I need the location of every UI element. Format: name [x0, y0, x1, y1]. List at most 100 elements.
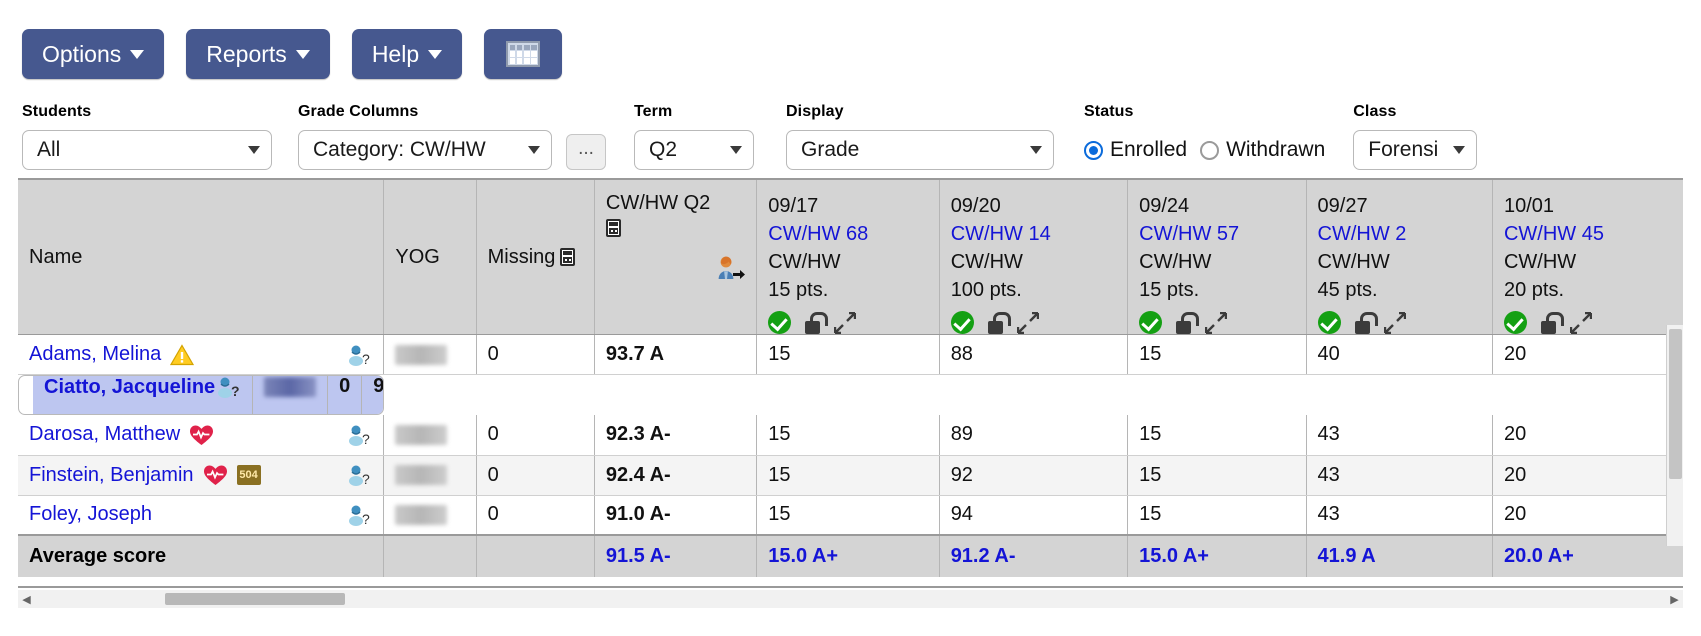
student-name-link[interactable]: Adams, Melina [29, 343, 161, 366]
unlock-icon[interactable] [1353, 311, 1378, 334]
column-header-missing[interactable]: Missing [476, 180, 595, 335]
expand-icon[interactable] [1205, 311, 1228, 334]
score-cell[interactable]: 92 [939, 455, 1129, 496]
student-name-cell[interactable]: Ciatto, Jacqueline ? [33, 375, 254, 414]
calculator-icon[interactable] [605, 219, 621, 237]
unlock-icon[interactable] [986, 311, 1011, 334]
column-header-assignment-3[interactable]: 09/27 CW/HW 2 CW/HW 45 pts. [1306, 180, 1493, 335]
green-check-icon[interactable] [1139, 311, 1163, 334]
table-row[interactable]: Adams, Melina ? 0 93.7 A 15 88 15 40 20 [18, 334, 1683, 375]
student-missing-cell[interactable]: 0 [476, 334, 595, 375]
expand-icon[interactable] [834, 311, 857, 334]
score-cell[interactable]: 43 [1306, 495, 1493, 536]
vertical-scrollbar-thumb[interactable] [1669, 329, 1682, 479]
expand-icon[interactable] [1569, 311, 1592, 334]
grade-columns-more-button[interactable]: ... [566, 134, 606, 170]
table-row[interactable]: Finstein, Benjamin 504 ? 0 92.4 A- 15 92… [18, 455, 1683, 496]
score-cell[interactable]: 43 [1306, 415, 1493, 456]
assignment-name[interactable]: CW/HW 68 [768, 220, 927, 248]
assignment-name[interactable]: CW/HW 14 [951, 220, 1116, 248]
score-cell[interactable]: 20 [1492, 455, 1683, 496]
term-select[interactable]: Q2 [634, 130, 754, 170]
contact-question-icon[interactable]: ? [346, 423, 372, 447]
scroll-left-arrow[interactable]: ◀ [18, 591, 35, 608]
contact-question-icon[interactable]: ? [346, 463, 372, 487]
student-missing-cell[interactable]: 0 [476, 415, 595, 456]
expand-icon[interactable] [1383, 311, 1406, 334]
student-name-link[interactable]: Darosa, Matthew [29, 423, 180, 446]
student-term-grade-cell[interactable]: 93.8 A [362, 376, 383, 414]
vertical-scrollbar[interactable] [1666, 325, 1683, 546]
green-check-icon[interactable] [768, 311, 792, 334]
column-header-term-total[interactable]: CW/HW Q2 [594, 180, 758, 335]
student-term-grade-cell[interactable]: 93.7 A [594, 334, 758, 375]
score-cell[interactable]: 20 [1492, 495, 1683, 536]
table-row[interactable]: Ciatto, Jacqueline ? 0 93.8 A 15 [18, 375, 384, 415]
green-check-icon[interactable] [950, 311, 974, 334]
assignment-name[interactable]: CW/HW 45 [1504, 220, 1672, 248]
assignment-name[interactable]: CW/HW 57 [1139, 220, 1294, 248]
unlock-icon[interactable] [1539, 311, 1564, 334]
score-cell[interactable]: 15 [1127, 495, 1307, 536]
unlock-icon[interactable] [1174, 311, 1200, 334]
student-name-link[interactable]: Ciatto, Jacqueline [44, 376, 215, 399]
column-header-yog[interactable]: YOG [383, 180, 477, 335]
scroll-right-arrow[interactable]: ▶ [1666, 591, 1683, 608]
reports-button[interactable]: Reports [186, 29, 330, 79]
table-row[interactable]: Foley, Joseph ? 0 91.0 A- 15 94 15 43 20 [18, 495, 1683, 536]
options-button[interactable]: Options [22, 29, 165, 79]
score-cell[interactable]: 15 [756, 334, 940, 375]
expand-icon[interactable] [1016, 311, 1039, 334]
student-name-cell[interactable]: Finstein, Benjamin 504 ? [18, 455, 385, 496]
student-term-grade-cell[interactable]: 92.4 A- [594, 455, 758, 496]
student-name-link[interactable]: Finstein, Benjamin [29, 464, 194, 487]
grade-columns-select[interactable]: Category: CW/HW [298, 130, 552, 170]
horizontal-scrollbar[interactable]: ◀ ▶ [18, 590, 1683, 608]
student-name-cell[interactable]: Foley, Joseph ? [18, 495, 385, 536]
green-check-icon[interactable] [1317, 311, 1341, 334]
display-select[interactable]: Grade [786, 130, 1054, 170]
score-cell[interactable]: 15 [756, 415, 940, 456]
column-header-assignment-1[interactable]: 09/20 CW/HW 14 CW/HW 100 pts. [939, 180, 1129, 335]
class-select[interactable]: Forensi [1353, 130, 1478, 170]
post-grades-icon[interactable] [715, 255, 746, 281]
contact-question-icon[interactable]: ? [215, 375, 241, 399]
score-cell[interactable]: 20 [1492, 334, 1683, 375]
score-cell[interactable]: 15 [1127, 334, 1307, 375]
student-missing-cell[interactable]: 0 [476, 495, 595, 536]
student-name-link[interactable]: Foley, Joseph [29, 503, 152, 526]
students-select[interactable]: All [22, 130, 272, 170]
help-button[interactable]: Help [351, 29, 463, 79]
horizontal-scrollbar-track[interactable] [35, 591, 1666, 608]
student-missing-cell[interactable]: 0 [328, 376, 363, 414]
table-row[interactable]: Darosa, Matthew ? 0 92.3 A- 15 89 15 43 … [18, 415, 1683, 456]
student-missing-cell[interactable]: 0 [476, 455, 595, 496]
student-term-grade-cell[interactable]: 92.3 A- [594, 415, 758, 456]
student-term-grade-cell[interactable]: 91.0 A- [594, 495, 758, 536]
assignment-name[interactable]: CW/HW 2 [1318, 220, 1481, 248]
status-radio-enrolled[interactable]: Enrolled [1084, 138, 1187, 162]
horizontal-scrollbar-thumb[interactable] [165, 592, 345, 605]
score-cell[interactable]: 15 [756, 455, 940, 496]
score-cell[interactable]: 43 [1306, 455, 1493, 496]
score-cell[interactable]: 15 [756, 495, 940, 536]
column-header-assignment-0[interactable]: 09/17 CW/HW 68 CW/HW 15 pts. [756, 180, 940, 335]
column-header-name[interactable]: Name [18, 180, 385, 335]
unlock-icon[interactable] [803, 311, 829, 334]
student-name-cell[interactable]: Darosa, Matthew ? [18, 415, 385, 456]
column-header-assignment-2[interactable]: 09/24 CW/HW 57 CW/HW 15 pts. [1127, 180, 1307, 335]
student-name-cell[interactable]: Adams, Melina ? [18, 334, 385, 375]
score-cell[interactable]: 89 [939, 415, 1129, 456]
column-header-assignment-4[interactable]: 10/01 CW/HW 45 CW/HW 20 pts. [1492, 180, 1683, 335]
score-cell[interactable]: 94 [939, 495, 1129, 536]
green-check-icon[interactable] [1503, 311, 1527, 334]
contact-question-icon[interactable]: ? [346, 503, 372, 527]
score-cell[interactable]: 88 [939, 334, 1129, 375]
grid-view-button[interactable] [484, 29, 563, 79]
score-cell[interactable]: 40 [1306, 334, 1493, 375]
score-cell[interactable]: 15 [1127, 455, 1307, 496]
status-radio-withdrawn[interactable]: Withdrawn [1200, 138, 1325, 162]
score-cell[interactable]: 15 [1127, 415, 1307, 456]
contact-question-icon[interactable]: ? [346, 343, 372, 367]
score-cell[interactable]: 20 [1492, 415, 1683, 456]
